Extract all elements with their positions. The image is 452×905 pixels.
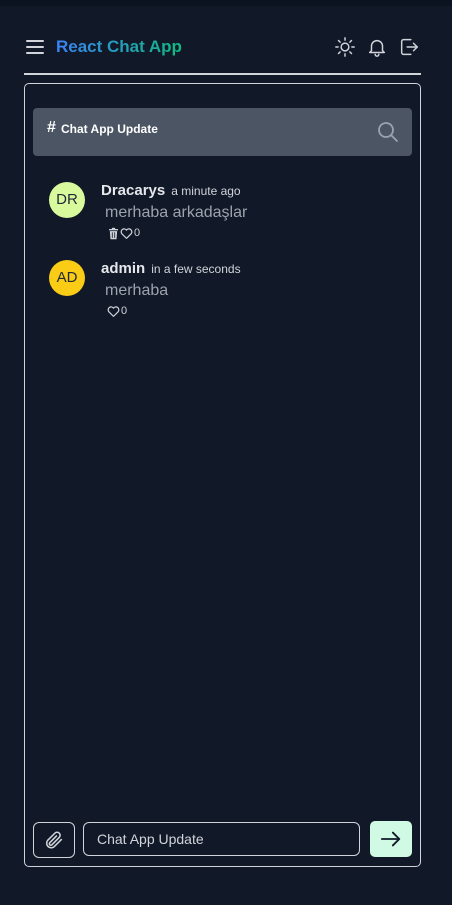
message-text: merhaba [105,282,169,299]
paperclip-icon [45,831,63,849]
sun-icon[interactable] [334,36,356,58]
trash-icon[interactable] [107,227,120,240]
message-meta: admin in a few seconds [101,260,241,278]
message-username: admin [101,260,146,277]
heart-icon[interactable] [107,305,120,318]
avatar[interactable]: DR [49,182,85,218]
heart-icon[interactable] [120,227,133,240]
header-divider [24,73,421,75]
message-actions: 0 [107,304,127,318]
bell-icon[interactable] [366,36,388,58]
message-meta: Dracarys a minute ago [101,182,241,200]
top-strip [0,0,452,6]
message-timestamp: a minute ago [171,184,241,198]
app-header: React Chat App [24,30,421,64]
chat-panel: # Chat App Update DR Dracarys a minute ag… [24,83,421,867]
arrow-right-icon [380,831,401,847]
hamburger-menu-icon[interactable] [26,38,46,56]
attach-button[interactable] [33,822,75,858]
like-count: 0 [121,305,128,317]
message-input[interactable] [83,822,360,856]
channel-name: Chat App Update [61,122,158,136]
channel-header: # Chat App Update [33,108,412,156]
search-icon[interactable] [376,120,400,144]
logout-icon[interactable] [398,36,420,58]
message-text: merhaba arkadaşlar [105,204,248,221]
like-count: 0 [134,227,141,239]
message-timestamp: in a few seconds [151,262,241,276]
app-title: React Chat App [56,37,182,56]
hash-icon: # [47,119,56,136]
message-actions: 0 [107,226,140,240]
send-button[interactable] [370,821,412,857]
message-username: Dracarys [101,182,166,199]
avatar[interactable]: AD [49,260,85,296]
